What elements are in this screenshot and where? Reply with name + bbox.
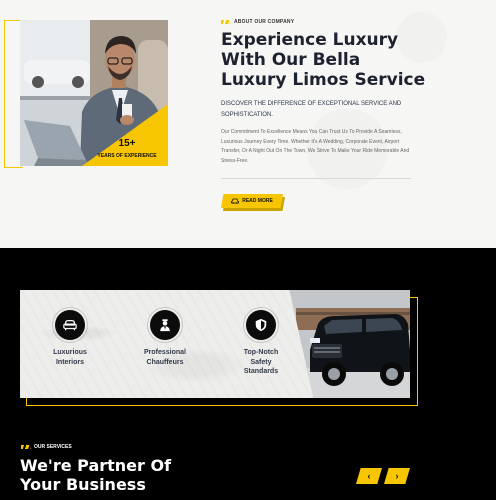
feature-label-line: Chauffeurs: [146, 358, 184, 366]
feature-label: Luxurious Interiors: [30, 348, 110, 367]
feature-label: Top-Notch Safety Standards: [221, 348, 301, 377]
feature-label-line: Interiors: [55, 358, 84, 366]
about-headline: Experience Luxury With Our Bella Luxury …: [221, 30, 441, 90]
features-panel: Luxurious Interiors Professional Chauffe…: [20, 290, 410, 398]
feature-label-line: Luxurious: [53, 349, 87, 356]
chauffeur-icon: [160, 319, 170, 332]
feature-label: Professional Chauffeurs: [125, 348, 205, 367]
experience-badge-label: YEARS OF EXPERIENCE: [97, 153, 157, 159]
services-title-line-1: We're Partner Of: [20, 456, 172, 475]
feature-icon-circle: [243, 307, 279, 343]
about-subheading: DISCOVER THE DIFFERENCE OF EXCEPTIONAL S…: [221, 101, 402, 118]
about-eyebrow-text: ABOUT OUR COMPANY: [234, 19, 295, 25]
carousel-next-button[interactable]: ›: [384, 468, 410, 484]
feature-label-line: Safety: [250, 358, 272, 366]
feature-professional-chauffeurs: Professional Chauffeurs: [125, 307, 205, 367]
eyebrow-stripes-icon: [21, 444, 31, 449]
about-section: 15+ YEARS OF EXPERIENCE ABOUT OUR COMPAN…: [0, 0, 496, 248]
about-body-text: Our Commitment To Excellence Means You C…: [221, 129, 410, 164]
chevron-right-icon: ›: [395, 470, 399, 481]
about-divider: [221, 178, 411, 179]
car-icon: [231, 198, 240, 204]
chevron-left-icon: ‹: [367, 470, 371, 481]
services-title: We're Partner Of Your Business: [20, 456, 220, 494]
about-headline-line-1: Experience Luxury: [221, 30, 399, 50]
feature-icon-circle: [52, 307, 88, 343]
feature-label-line: Professional: [143, 349, 186, 356]
about-eyebrow: ABOUT OUR COMPANY: [221, 19, 294, 25]
read-more-label: READ MORE: [242, 198, 273, 204]
feature-top-notch-safety: Top-Notch Safety Standards: [221, 307, 301, 377]
experience-badge-number: 15+: [118, 138, 136, 149]
feature-icon-circle: [147, 307, 183, 343]
services-eyebrow-text: OUR SERVICES: [34, 444, 72, 450]
feature-luxurious-interiors: Luxurious Interiors: [30, 307, 110, 367]
about-headline-line-3: Luxury Limos Service: [221, 70, 426, 90]
eyebrow-stripes-icon: [221, 19, 231, 24]
about-headline-line-2: With Our Bella: [221, 50, 361, 70]
shield-icon: [255, 318, 267, 332]
services-title-line-2: Your Business: [20, 475, 146, 494]
services-eyebrow: OUR SERVICES: [21, 444, 72, 450]
feature-label-line: Top-Notch: [243, 349, 279, 356]
sofa-icon: [63, 320, 77, 331]
feature-label-line: Standards: [243, 368, 279, 375]
read-more-button[interactable]: READ MORE: [221, 194, 283, 208]
carousel-prev-button[interactable]: ‹: [356, 468, 382, 484]
